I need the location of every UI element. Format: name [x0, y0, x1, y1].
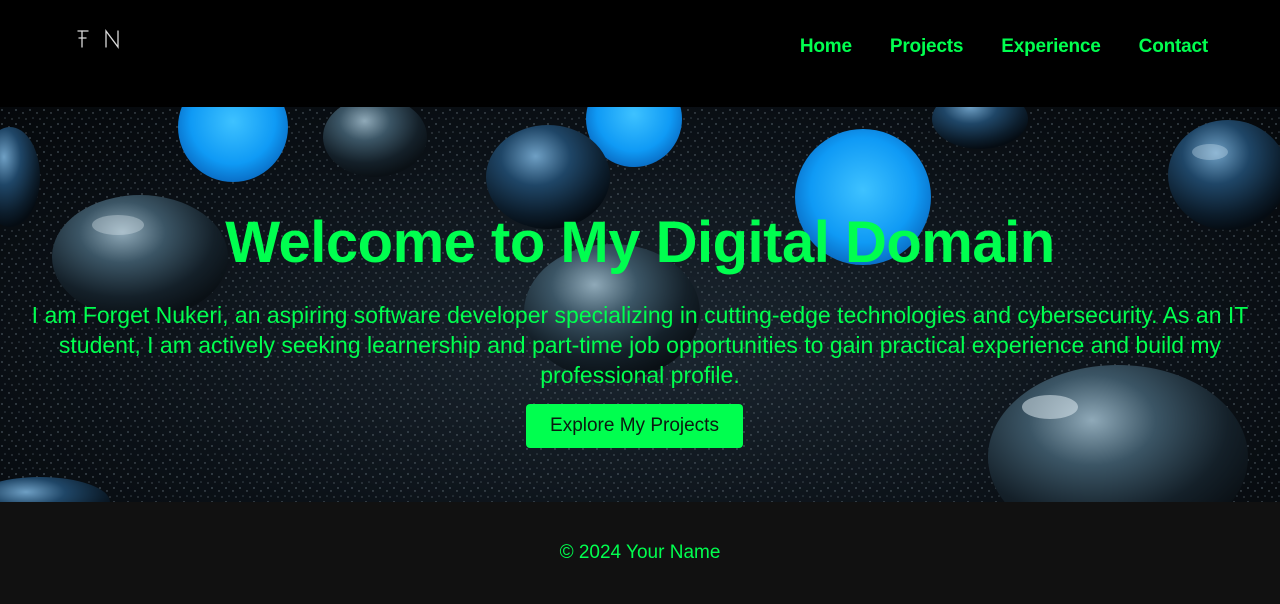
logo-icon[interactable]	[76, 28, 124, 50]
nav-experience-link[interactable]: Experience	[1001, 36, 1101, 58]
hero-description: I am Forget Nukeri, an aspiring software…	[31, 302, 1249, 388]
nav-projects-link[interactable]: Projects	[890, 36, 964, 58]
hero-section: Welcome to My Digital Domain I am Forget…	[0, 107, 1280, 502]
site-footer: © 2024 Your Name	[0, 502, 1280, 604]
nav-contact-link[interactable]: Contact	[1139, 36, 1209, 58]
nav-home-link[interactable]: Home	[800, 36, 852, 58]
hero-title: Welcome to My Digital Domain	[225, 210, 1055, 275]
explore-projects-button[interactable]: Explore My Projects	[526, 404, 743, 448]
site-header: Home Projects Experience Contact	[0, 0, 1280, 107]
footer-copyright: © 2024 Your Name	[559, 542, 721, 563]
main-nav: Home Projects Experience Contact	[800, 36, 1208, 58]
